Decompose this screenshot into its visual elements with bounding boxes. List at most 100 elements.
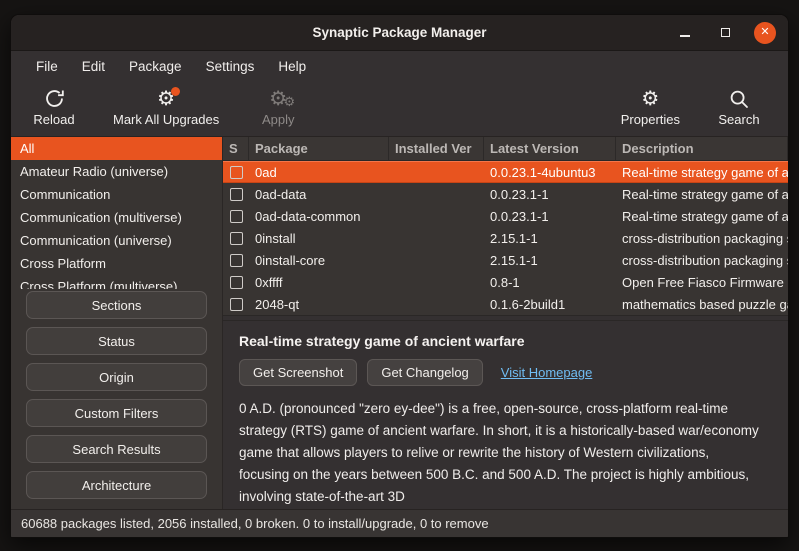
table-row[interactable]: 0ad 0.0.23.1-4ubuntu3 Real-time strategy…: [223, 161, 788, 183]
details-title: Real-time strategy game of ancient warfa…: [239, 333, 772, 349]
minimize-icon: [680, 35, 690, 37]
maximize-button[interactable]: [714, 22, 736, 44]
table-header: S Package Installed Ver Latest Version D…: [223, 137, 788, 161]
latest-version-cell: 0.1.6-2build1: [484, 297, 616, 312]
table-row[interactable]: 2048-qt 0.1.6-2build1 mathematics based …: [223, 293, 788, 315]
package-checkbox[interactable]: [230, 254, 243, 267]
reload-icon: [44, 86, 65, 111]
mark-all-upgrades-label: Mark All Upgrades: [113, 112, 219, 127]
latest-version-cell: 0.0.23.1-1: [484, 209, 616, 224]
search-icon: [729, 86, 749, 111]
latest-version-cell: 0.8-1: [484, 275, 616, 290]
package-name-cell: 0install: [249, 231, 389, 246]
reload-label: Reload: [33, 112, 74, 127]
package-checkbox[interactable]: [230, 166, 243, 179]
maximize-icon: [721, 28, 730, 37]
category-item-all[interactable]: All: [11, 137, 222, 160]
latest-version-cell: 0.0.23.1-1: [484, 187, 616, 202]
minimize-button[interactable]: [674, 22, 696, 44]
menu-edit[interactable]: Edit: [71, 55, 116, 78]
column-header-status[interactable]: S: [223, 137, 249, 160]
package-name-cell: 0ad: [249, 165, 389, 180]
category-item[interactable]: Amateur Radio (universe): [11, 160, 222, 183]
description-cell: Open Free Fiasco Firmware Flasher: [616, 275, 788, 290]
package-name-cell: 0xffff: [249, 275, 389, 290]
menu-settings[interactable]: Settings: [195, 55, 266, 78]
category-list[interactable]: All Amateur Radio (universe) Communicati…: [11, 137, 222, 289]
table-row[interactable]: 0install 2.15.1-1 cross-distribution pac…: [223, 227, 788, 249]
table-row[interactable]: 0ad-data 0.0.23.1-1 Real-time strategy g…: [223, 183, 788, 205]
close-icon: ✕: [760, 27, 769, 38]
toolbar: Reload ⚙ Mark All Upgrades ⚙⚙ Apply ⚙ Pr…: [11, 81, 788, 137]
column-header-description[interactable]: Description: [616, 137, 788, 160]
search-label: Search: [718, 112, 759, 127]
mark-all-upgrades-icon: ⚙: [157, 86, 175, 111]
statusbar: 60688 packages listed, 2056 installed, 0…: [11, 509, 788, 537]
category-item[interactable]: Communication (universe): [11, 229, 222, 252]
visit-homepage-link[interactable]: Visit Homepage: [501, 365, 593, 380]
description-cell: Real-time strategy game of ancient warfa…: [616, 165, 788, 180]
details-pane: Real-time strategy game of ancient warfa…: [223, 321, 788, 509]
category-item[interactable]: Communication: [11, 183, 222, 206]
upgrade-badge-icon: [171, 87, 180, 96]
apply-button[interactable]: ⚙⚙ Apply: [253, 86, 303, 127]
category-item[interactable]: Cross Platform (multiverse): [11, 275, 222, 289]
table-row[interactable]: 0ad-data-common 0.0.23.1-1 Real-time str…: [223, 205, 788, 227]
package-checkbox[interactable]: [230, 232, 243, 245]
architecture-button[interactable]: Architecture: [26, 471, 207, 499]
filter-buttons: Sections Status Origin Custom Filters Se…: [11, 289, 222, 501]
synaptic-window: Synaptic Package Manager ✕ File Edit Pac…: [10, 14, 789, 538]
description-cell: Real-time strategy game of ancient warfa…: [616, 209, 788, 224]
package-checkbox[interactable]: [230, 298, 243, 311]
statusbar-text: 60688 packages listed, 2056 installed, 0…: [21, 516, 489, 531]
custom-filters-button[interactable]: Custom Filters: [26, 399, 207, 427]
close-button[interactable]: ✕: [754, 22, 776, 44]
window-controls: ✕: [674, 22, 788, 44]
column-header-installed[interactable]: Installed Ver: [389, 137, 484, 160]
column-header-package[interactable]: Package: [249, 137, 389, 160]
get-changelog-button[interactable]: Get Changelog: [367, 359, 482, 386]
apply-gear-small-icon: ⚙: [284, 94, 296, 110]
origin-button[interactable]: Origin: [26, 363, 207, 391]
package-name-cell: 0ad-data-common: [249, 209, 389, 224]
menubar: File Edit Package Settings Help: [11, 51, 788, 81]
category-item[interactable]: Communication (multiverse): [11, 206, 222, 229]
package-checkbox[interactable]: [230, 188, 243, 201]
get-screenshot-button[interactable]: Get Screenshot: [239, 359, 357, 386]
titlebar[interactable]: Synaptic Package Manager ✕: [11, 15, 788, 51]
table-row[interactable]: 0xffff 0.8-1 Open Free Fiasco Firmware F…: [223, 271, 788, 293]
status-button[interactable]: Status: [26, 327, 207, 355]
package-checkbox[interactable]: [230, 276, 243, 289]
table-row[interactable]: 0install-core 2.15.1-1 cross-distributio…: [223, 249, 788, 271]
description-cell: cross-distribution packaging system (cor…: [616, 253, 788, 268]
details-actions: Get Screenshot Get Changelog Visit Homep…: [239, 359, 772, 386]
package-checkbox[interactable]: [230, 210, 243, 223]
package-name-cell: 0install-core: [249, 253, 389, 268]
details-description: 0 A.D. (pronounced "zero ey-dee") is a f…: [239, 398, 759, 508]
search-results-button[interactable]: Search Results: [26, 435, 207, 463]
package-name-cell: 0ad-data: [249, 187, 389, 202]
description-cell: cross-distribution packaging system: [616, 231, 788, 246]
latest-version-cell: 2.15.1-1: [484, 253, 616, 268]
main-area: All Amateur Radio (universe) Communicati…: [11, 137, 788, 509]
properties-button[interactable]: ⚙ Properties: [621, 86, 680, 127]
apply-icon: ⚙⚙: [269, 86, 287, 111]
menu-package[interactable]: Package: [118, 55, 193, 78]
window-title: Synaptic Package Manager: [11, 25, 788, 40]
properties-gear-icon: ⚙: [641, 86, 659, 111]
category-item[interactable]: Cross Platform: [11, 252, 222, 275]
sections-button[interactable]: Sections: [26, 291, 207, 319]
search-button[interactable]: Search: [714, 86, 764, 127]
column-header-latest[interactable]: Latest Version: [484, 137, 616, 160]
reload-button[interactable]: Reload: [29, 86, 79, 127]
package-panel: S Package Installed Ver Latest Version D…: [223, 137, 788, 509]
description-cell: mathematics based puzzle game: [616, 297, 788, 312]
sidebar: All Amateur Radio (universe) Communicati…: [11, 137, 223, 509]
menu-file[interactable]: File: [25, 55, 69, 78]
latest-version-cell: 0.0.23.1-4ubuntu3: [484, 165, 616, 180]
apply-label: Apply: [262, 112, 295, 127]
description-cell: Real-time strategy game of ancient warfa…: [616, 187, 788, 202]
latest-version-cell: 2.15.1-1: [484, 231, 616, 246]
mark-all-upgrades-button[interactable]: ⚙ Mark All Upgrades: [113, 86, 219, 127]
menu-help[interactable]: Help: [267, 55, 317, 78]
